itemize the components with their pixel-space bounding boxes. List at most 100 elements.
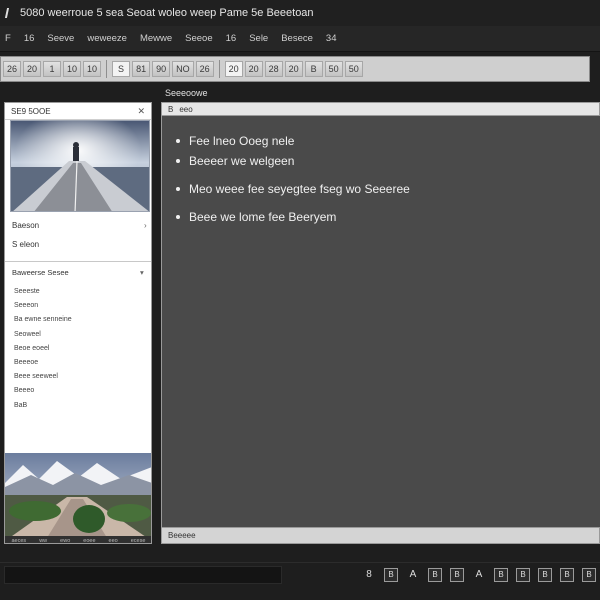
chevron-right-icon: ›: [144, 221, 147, 230]
main-panel-title: Seeeoowe: [161, 84, 600, 102]
bullet-icon: [176, 159, 180, 163]
menu-item-8[interactable]: Sele: [248, 31, 269, 46]
toolbar-button-13[interactable]: 28: [264, 61, 283, 77]
menu-item-10[interactable]: 34: [325, 31, 338, 46]
toolbar-button-15[interactable]: B: [304, 61, 323, 77]
menu-item-2[interactable]: 16: [23, 31, 36, 46]
toolbar-button-7[interactable]: 81: [132, 61, 151, 77]
bullet-text: Fee lneo Ooeg nele: [189, 134, 295, 148]
chevron-down-icon: ▾: [140, 268, 144, 277]
preview-image-bottom[interactable]: [5, 453, 151, 541]
toolbar-button-6[interactable]: S: [112, 61, 131, 77]
toolbar-button-4[interactable]: 10: [63, 61, 82, 77]
main-tab-bar: B eeo: [161, 102, 600, 116]
list-item[interactable]: Seeeon: [14, 299, 72, 313]
bullet-item[interactable]: Fee lneo Ooeg nele: [176, 134, 410, 148]
toolbar-button-10[interactable]: 26: [195, 61, 214, 77]
panel-footer: aeces ww ewo eoee eeo ecese: [5, 536, 151, 544]
grid-icon[interactable]: B: [582, 567, 596, 582]
left-panel: SE9 5OOE ✕ Baeson › S eleon Baweerse Ses…: [4, 102, 152, 544]
document-canvas[interactable]: Fee lneo Ooeg nele Beeeer we welgeen Meo…: [161, 116, 600, 528]
menu-item-3[interactable]: Seeve: [46, 31, 75, 46]
main-title-text: Seeeoowe: [165, 88, 208, 98]
bullet-item[interactable]: Meo weee fee seyegtee fseg wo Seeeree: [176, 182, 410, 196]
panel-row-option[interactable]: S eleon: [12, 240, 39, 249]
list-item[interactable]: Beeeo: [14, 384, 72, 398]
bullet-item[interactable]: Beee we lome fee Beeryem: [176, 210, 410, 224]
table-icon[interactable]: B: [384, 567, 398, 582]
bullet-list: Fee lneo Ooeg nele Beeeer we welgeen Meo…: [176, 134, 410, 224]
panel-footer-text: eeo: [108, 537, 118, 544]
box-icon[interactable]: B: [450, 567, 464, 582]
panel-section-title: Baweerse Sesee: [12, 268, 69, 277]
panel-footer-text: ww: [39, 537, 48, 544]
divider: [5, 261, 151, 262]
list-item[interactable]: Beeeoe: [14, 356, 72, 370]
toolbar: 26 20 1 10 10 S 81 90 NO 26 20 20 28 20 …: [0, 56, 590, 82]
app-logo-icon: [4, 8, 16, 18]
menu-item-4[interactable]: weweeze: [86, 31, 128, 46]
list-item[interactable]: Seoweel: [14, 328, 72, 342]
toolbar-button-3[interactable]: 1: [43, 61, 62, 77]
list-item[interactable]: Beee seeweel: [14, 370, 72, 384]
bullet-text: Meo weee fee seyegtee fseg wo Seeeree: [189, 182, 410, 196]
table-icon[interactable]: B: [560, 567, 574, 582]
grid-icon[interactable]: B: [428, 567, 442, 582]
table-icon[interactable]: B: [494, 567, 508, 582]
command-input[interactable]: [4, 566, 282, 584]
toolbar-button-16[interactable]: 50: [324, 61, 343, 77]
toolbar-button-14[interactable]: 20: [284, 61, 303, 77]
panel-footer-text: ewo: [60, 537, 71, 544]
bullet-text: Beeeer we welgeen: [189, 154, 295, 168]
document-icon[interactable]: 8: [362, 568, 376, 582]
panel-list: Seeeste Seeeon Ba ewne senneine Seoweel …: [14, 285, 72, 413]
menu-item-7[interactable]: 16: [225, 31, 238, 46]
panel-row-option-label: S eleon: [12, 240, 40, 249]
toolbar-button-1[interactable]: 26: [3, 61, 22, 77]
toolbar-button-5[interactable]: 10: [83, 61, 102, 77]
preview-image-top[interactable]: [10, 120, 150, 212]
image-icon[interactable]: A: [406, 568, 420, 582]
toolbar-button-8[interactable]: 90: [152, 61, 171, 77]
tab-label[interactable]: eeo: [179, 105, 192, 114]
toolbar-button-11[interactable]: 20: [224, 61, 243, 77]
title-bar: 5080 weerroue 5 sea Seoat woleo weep Pam…: [0, 0, 600, 26]
left-panel-title: SE9 5OOE: [11, 106, 51, 116]
grid-icon[interactable]: B: [538, 567, 552, 582]
list-item[interactable]: Ba ewne senneine: [14, 313, 72, 327]
panel-footer-text: aeces: [11, 537, 27, 544]
bullet-text: Beee we lome fee Beeryem: [189, 210, 337, 224]
bottom-toolbar: 8 B A B B A B B B B B: [0, 562, 600, 586]
toolbar-button-2[interactable]: 20: [23, 61, 42, 77]
panel-footer-text: eoee: [83, 537, 96, 544]
toolbar-separator: [106, 60, 108, 78]
list-item[interactable]: Seeeste: [14, 285, 72, 299]
grid-icon[interactable]: B: [516, 567, 530, 582]
bullet-icon: [176, 139, 180, 143]
tab-icon[interactable]: B: [168, 105, 173, 114]
left-panel-header: SE9 5OOE ✕: [5, 103, 151, 120]
toolbar-button-12[interactable]: 20: [244, 61, 263, 77]
text-icon[interactable]: A: [472, 568, 486, 582]
panel-footer-text: ecese: [130, 537, 146, 544]
close-icon[interactable]: ✕: [137, 106, 145, 117]
toolbar-separator: [218, 60, 220, 78]
list-item[interactable]: Beoe eoeel: [14, 342, 72, 356]
menu-item-6[interactable]: Seeoe: [184, 31, 213, 46]
status-text: Beeeee: [168, 531, 196, 540]
panel-row-layer-label: Baeson: [12, 221, 40, 230]
menu-item-9[interactable]: Besece: [280, 31, 314, 46]
panel-row-layer[interactable]: Baeson ›: [12, 221, 147, 230]
main-status-bar: Beeeee: [161, 527, 600, 544]
bullet-item[interactable]: Beeeer we welgeen: [176, 154, 410, 168]
menu-item-1[interactable]: F: [4, 31, 12, 46]
toolbar-button-9[interactable]: NO: [172, 61, 194, 77]
window-title: 5080 weerroue 5 sea Seoat woleo weep Pam…: [20, 7, 314, 19]
toolbar-button-17[interactable]: 50: [344, 61, 363, 77]
menu-item-5[interactable]: Mewwe: [139, 31, 173, 46]
list-item[interactable]: BaB: [14, 399, 72, 413]
panel-section-header[interactable]: Baweerse Sesee ▾: [12, 268, 148, 277]
bullet-icon: [176, 187, 180, 191]
menu-bar: F 16 Seeve weweeze Mewwe Seeoe 16 Sele B…: [0, 26, 600, 52]
bullet-icon: [176, 215, 180, 219]
